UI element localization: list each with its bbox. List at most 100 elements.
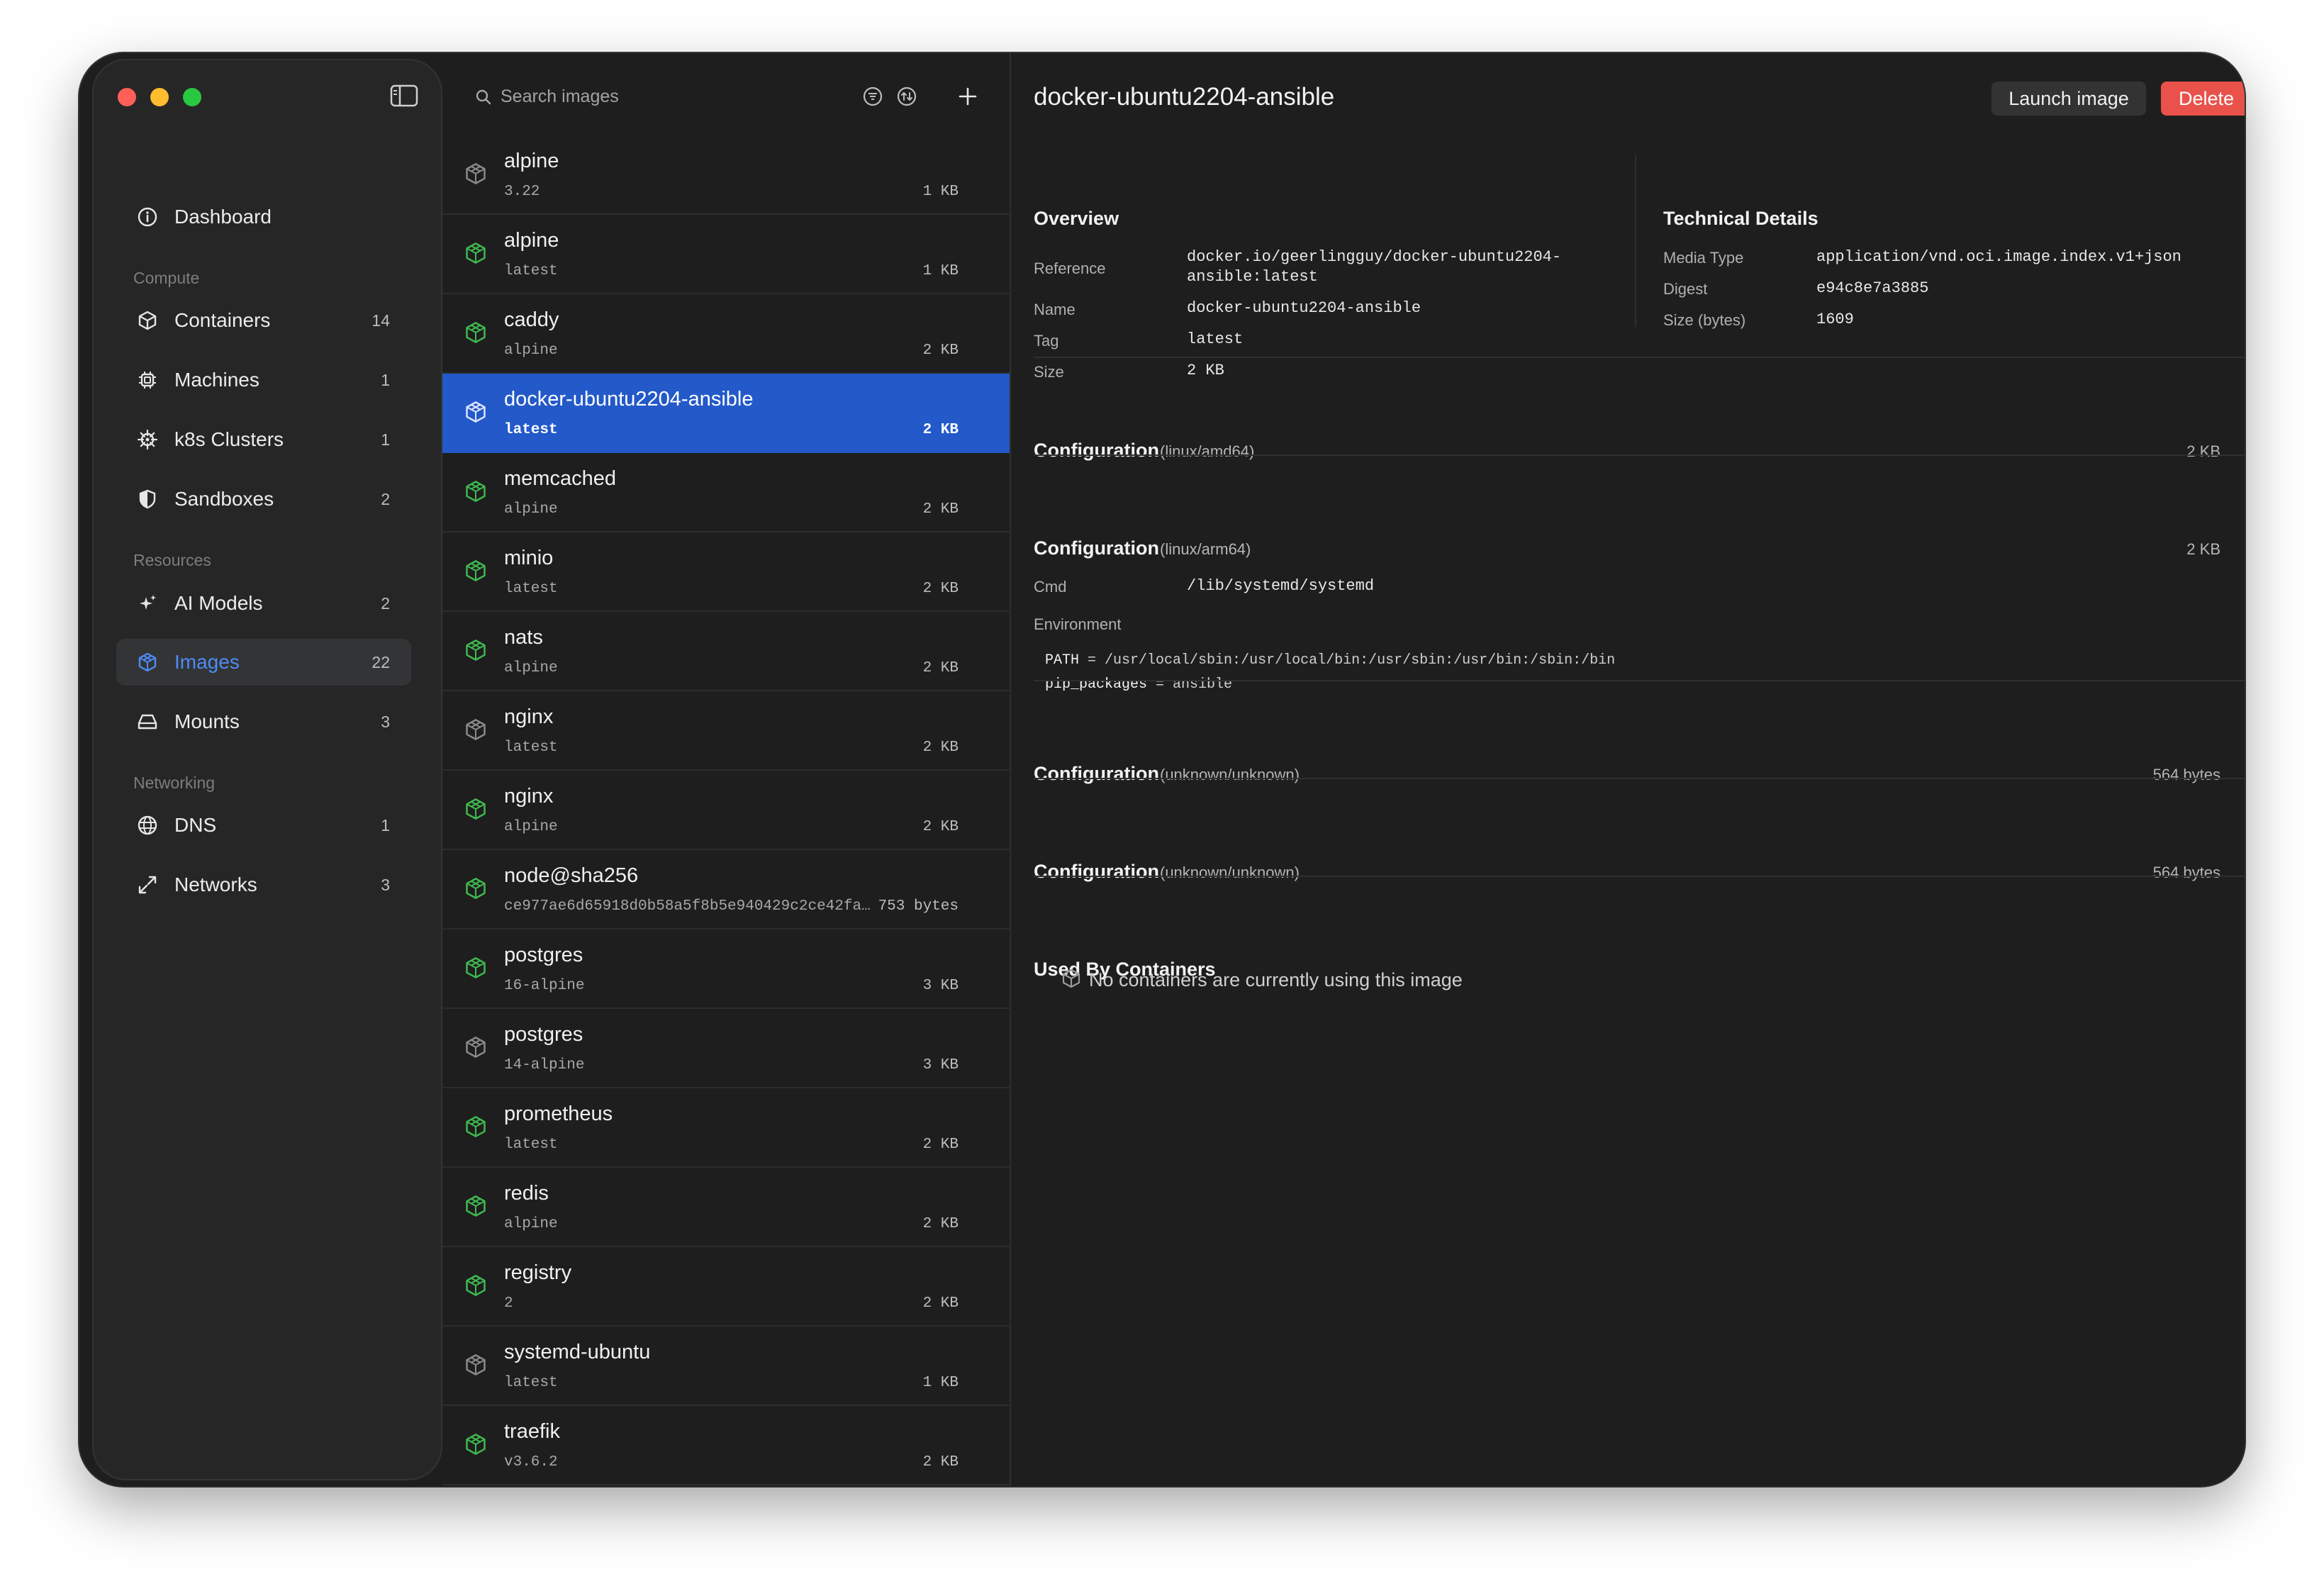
image-name: postgres — [504, 944, 583, 966]
launch-image-button[interactable]: Launch image — [1991, 82, 2146, 116]
image-status-icon — [464, 638, 488, 666]
image-tag: latest — [504, 263, 558, 279]
image-list-pane: alpine 3.22 1 KB alpine latest 1 KB caddy alpin… — [442, 53, 1010, 1486]
image-name: minio — [504, 547, 554, 569]
reference-value: docker.io/geerlingguy/docker-ubuntu2204-… — [1187, 248, 1562, 286]
sidebar-item-count: 22 — [371, 652, 390, 671]
image-name: postgres — [504, 1023, 583, 1046]
image-size: 2 KB — [922, 501, 959, 518]
configuration-platform: (unknown/unknown) — [1160, 766, 1300, 783]
image-status-icon — [464, 479, 488, 507]
image-row[interactable]: systemd-ubuntu latest 1 KB — [442, 1327, 1010, 1406]
image-tag: 16-alpine — [504, 978, 585, 994]
image-row[interactable]: memcached alpine 2 KB — [442, 453, 1010, 532]
image-row[interactable]: docker-ubuntu2204-ansible latest 2 KB — [442, 374, 1010, 453]
name-label: Name — [1034, 301, 1076, 318]
image-name: prometheus — [504, 1102, 613, 1125]
sort-icon[interactable] — [896, 86, 917, 107]
image-name: memcached — [504, 467, 616, 490]
section-label-resources: Resources — [133, 551, 211, 569]
divider — [1034, 454, 2245, 456]
image-tag: 2 — [504, 1295, 513, 1312]
sidebar-item-images[interactable]: Images 22 — [116, 639, 411, 686]
configuration-platform: (linux/arm64) — [1160, 540, 1251, 558]
image-name: alpine — [504, 150, 559, 172]
image-status-icon — [464, 1432, 488, 1460]
image-tag: alpine — [504, 660, 558, 676]
filter-icon[interactable] — [862, 86, 883, 107]
image-row[interactable]: nginx alpine 2 KB — [442, 771, 1010, 850]
sidebar-item-networks[interactable]: Networks 3 — [116, 861, 411, 908]
image-name: node@sha256 — [504, 864, 639, 887]
image-row[interactable]: node@sha256 ce977ae6d65918d0b58a5f8b5e940… — [442, 850, 1010, 930]
name-value: docker-ubuntu2204-ansible — [1187, 299, 1421, 317]
info-icon — [135, 204, 160, 230]
image-tag: latest — [504, 1137, 558, 1153]
sidebar-item-label: DNS — [174, 814, 217, 836]
network-arrows-icon — [135, 872, 160, 898]
image-tag: ce977ae6d65918d0b58a5f8b5e940429c2ce42fa… — [504, 898, 871, 915]
divider — [1034, 778, 2245, 779]
image-name: traefik — [504, 1420, 560, 1443]
divider — [1034, 876, 2245, 877]
image-status-icon — [464, 559, 488, 586]
image-row[interactable]: nginx latest 2 KB — [442, 691, 1010, 771]
delete-button[interactable]: Delete — [2161, 82, 2245, 116]
image-size: 2 KB — [922, 581, 959, 597]
image-name: alpine — [504, 229, 559, 252]
add-image-icon[interactable] — [957, 86, 978, 107]
configuration-heading: Configuration — [1034, 763, 1159, 784]
image-name: nginx — [504, 705, 554, 728]
section-label-networking: Networking — [133, 774, 216, 792]
image-tag: v3.6.2 — [504, 1454, 558, 1470]
image-row[interactable]: prometheus latest 2 KB — [442, 1088, 1010, 1168]
sidebar-toggle-icon[interactable] — [390, 84, 418, 107]
image-tag: latest — [504, 422, 558, 438]
image-size: 1 KB — [922, 1375, 959, 1391]
globe-icon — [135, 813, 160, 838]
image-row[interactable]: postgres 14-alpine 3 KB — [442, 1009, 1010, 1088]
sidebar-item-sandboxes[interactable]: Sandboxes 2 — [116, 476, 411, 523]
minimize-window-button[interactable] — [150, 88, 169, 106]
image-row[interactable]: redis alpine 2 KB — [442, 1168, 1010, 1247]
helm-wheel-icon — [135, 427, 160, 452]
image-row[interactable]: alpine latest 1 KB — [442, 215, 1010, 294]
image-row[interactable]: nats alpine 2 KB — [442, 612, 1010, 691]
sidebar-item-dashboard[interactable]: Dashboard — [116, 194, 411, 240]
sidebar-item-ai-models[interactable]: AI Models 2 — [116, 580, 411, 627]
sidebar-item-k8s-clusters[interactable]: k8s Clusters 1 — [116, 416, 411, 463]
media-type-label: Media Type — [1663, 249, 1744, 267]
drive-icon — [135, 709, 160, 735]
search-input[interactable] — [501, 84, 827, 108]
image-row[interactable]: postgres 16-alpine 3 KB — [442, 930, 1010, 1009]
image-row[interactable]: traefik v3.6.2 2 KB — [442, 1406, 1010, 1485]
zoom-window-button[interactable] — [183, 88, 201, 106]
box-icon — [135, 308, 160, 333]
image-row[interactable]: registry 2 2 KB — [442, 1247, 1010, 1327]
tag-value: latest — [1187, 330, 1244, 348]
app-window: Dashboard Compute Containers 14 Machines… — [79, 53, 2245, 1486]
image-name: docker-ubuntu2204-ansible — [504, 388, 754, 411]
image-row[interactable]: minio latest 2 KB — [442, 532, 1010, 612]
image-size: 2 KB — [922, 342, 959, 359]
size-label: Size — [1034, 363, 1064, 381]
divider — [1034, 357, 2245, 358]
image-row[interactable]: caddy alpine 2 KB — [442, 294, 1010, 374]
sidebar-item-dns[interactable]: DNS 1 — [116, 802, 411, 849]
close-window-button[interactable] — [118, 88, 136, 106]
sidebar-item-label: Machines — [174, 369, 259, 391]
sidebar-item-machines[interactable]: Machines 1 — [116, 357, 411, 403]
image-row[interactable]: alpine 3.22 1 KB — [442, 135, 1010, 215]
image-status-icon — [464, 241, 488, 269]
image-size: 2 KB — [922, 422, 959, 438]
configuration-size: 564 bytes — [2152, 864, 2220, 881]
sidebar-item-containers[interactable]: Containers 14 — [116, 297, 411, 344]
box-icon — [1062, 968, 1080, 988]
image-status-icon — [464, 956, 488, 983]
sidebar-item-label: AI Models — [174, 592, 263, 614]
sidebar-item-count: 2 — [381, 489, 390, 508]
configuration-size: 564 bytes — [2152, 766, 2220, 783]
image-size: 3 KB — [922, 1057, 959, 1073]
sidebar-item-mounts[interactable]: Mounts 3 — [116, 698, 411, 745]
cmd-value: /lib/systemd/systemd — [1187, 577, 1375, 595]
